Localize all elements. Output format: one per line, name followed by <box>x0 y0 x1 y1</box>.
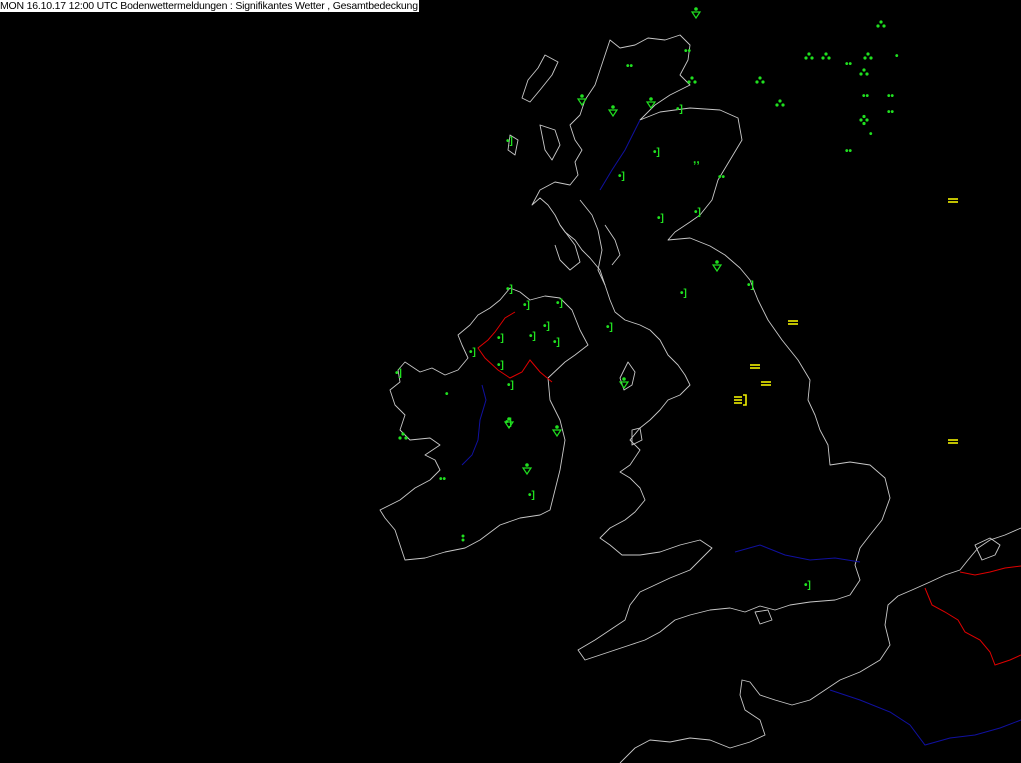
map-title: MON 16.10.17 12:00 UTC Bodenwettermeldun… <box>0 0 418 12</box>
fog-symbol <box>788 320 798 325</box>
rain-recent-symbol: •] <box>676 104 683 115</box>
border-belgium-netherlands <box>959 565 1021 576</box>
rain-recent-symbol: •] <box>553 337 560 348</box>
coastline-ireland <box>379 287 589 561</box>
rain-shower-symbol <box>711 260 723 273</box>
rain-recent-symbol: •] <box>523 300 530 311</box>
rain-moderate-symbol <box>755 76 765 84</box>
rain-shower-symbol <box>576 94 588 107</box>
rain-shower-symbol <box>607 105 619 118</box>
rain-continuous-symbol: •• <box>718 172 726 183</box>
fog-recent-symbol <box>734 394 747 406</box>
coastline-western-isles <box>507 54 561 161</box>
rain-shower-symbol <box>551 425 563 438</box>
river-thames <box>734 544 861 563</box>
rain-continuous-symbol: •• <box>862 91 870 102</box>
rain-heavy-symbol <box>859 114 869 126</box>
rain-recent-symbol: •] <box>543 321 550 332</box>
rain-continuous-symbol: •• <box>887 107 895 118</box>
coastline-great-britain <box>531 34 891 661</box>
rain-recent-symbol: •] <box>556 298 563 309</box>
rain-continuous-symbol: •• <box>626 61 634 72</box>
river-shannon <box>461 384 487 466</box>
rain-symbol: • <box>869 129 873 140</box>
rain-recent-symbol: •] <box>506 136 513 147</box>
coastline-isle-of-wight <box>754 609 773 625</box>
rain-continuous-symbol: •• <box>887 91 895 102</box>
rain-recent-symbol: •] <box>506 284 513 295</box>
rain-continuous-symbol: •• <box>684 46 692 57</box>
rain-continuous-symbol: •• <box>845 59 853 70</box>
rain-recent-symbol: •] <box>804 580 811 591</box>
rain-recent-symbol: •] <box>469 347 476 358</box>
border-france-belgium <box>924 587 1021 666</box>
rain-moderate-symbol <box>821 52 831 60</box>
rain-recent-symbol: •] <box>528 490 535 501</box>
rain-moderate-symbol <box>775 99 785 107</box>
coastline-continent <box>619 527 1021 763</box>
coastline-scotland-lochs <box>554 199 621 286</box>
rain-moderate-symbol <box>863 52 873 60</box>
map-title-bar: MON 16.10.17 12:00 UTC Bodenwettermeldun… <box>0 0 419 12</box>
rain-recent-symbol: •] <box>507 380 514 391</box>
rain-moderate-symbol <box>687 76 697 84</box>
rain-recent-symbol: •] <box>497 360 504 371</box>
rain-symbol: • <box>445 389 449 400</box>
rain-recent-symbol: •] <box>680 288 687 299</box>
rain-recent-symbol: •] <box>395 368 402 379</box>
fog-symbol <box>761 381 771 386</box>
rain-recent-symbol: •] <box>497 333 504 344</box>
rain-moderate-symbol <box>876 20 886 28</box>
drizzle-symbol: ,, <box>693 152 700 166</box>
rain-recent-symbol: •] <box>657 213 664 224</box>
rain-recent-symbol: •] <box>618 171 625 182</box>
rain-moderate-symbol <box>804 52 814 60</box>
fog-symbol <box>948 439 958 444</box>
rain-recent-symbol: •] <box>606 322 613 333</box>
fog-symbol <box>948 198 958 203</box>
border-northern-ireland <box>477 311 553 383</box>
rain-shower-symbol <box>690 7 702 20</box>
rain-shower-symbol <box>618 377 630 390</box>
rain-recent-symbol: •] <box>747 280 754 291</box>
weather-map: •] •] •] •] •] •] •] •] •] •] •] •] •] •… <box>379 7 1021 763</box>
rain-recent-symbol: •] <box>529 331 536 342</box>
rain-moderate-symbol <box>859 68 869 76</box>
rain-recent-symbol: •] <box>653 147 660 158</box>
rain-continuous-symbol: •• <box>845 146 853 157</box>
rain-recent-symbol: •] <box>694 207 701 218</box>
rain-vertical-symbol <box>461 534 465 542</box>
rain-continuous-symbol: •• <box>439 474 447 485</box>
rain-shower-symbol <box>521 463 533 476</box>
river-seine <box>829 689 1021 746</box>
rain-symbol: • <box>895 51 899 62</box>
fog-symbol <box>750 364 760 369</box>
